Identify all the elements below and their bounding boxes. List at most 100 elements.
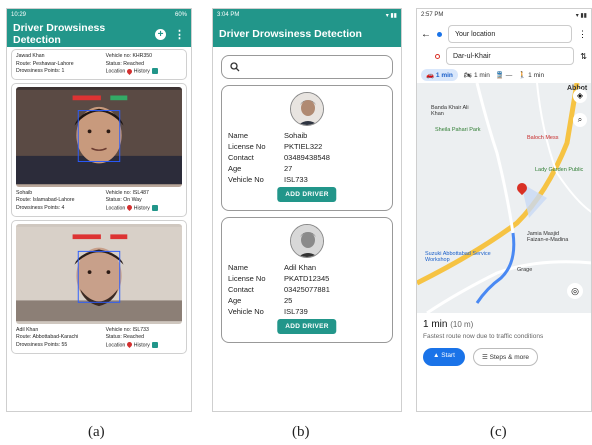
driver-card[interactable]: Adil Khan Vehicle no: ISL733 Route: Abbot… — [11, 219, 187, 354]
vehicle-number: Vehicle no: KHR350 — [105, 53, 153, 59]
route: Route: Abbottabad-Karachi — [16, 334, 79, 341]
vehicle-value: ISL733 — [284, 175, 308, 184]
add-driver-button[interactable]: ADD DRIVER — [277, 319, 337, 334]
status-bar: 3:04 PM ▾ ▮▮ — [213, 9, 401, 21]
caption-a: (a) — [88, 424, 105, 440]
vehicle-number: Vehicle no: ISL487 — [105, 189, 149, 196]
map-label: Banda Khair Ali Khan — [431, 105, 469, 117]
map-view[interactable]: Abbot Banda Khair Ali Khan Sheila Pahari… — [417, 83, 591, 313]
add-driver-button[interactable]: ADD DRIVER — [277, 187, 337, 202]
field-label: License No — [228, 142, 266, 151]
drowsiness-points: Drowsiness Points: 1 — [16, 68, 65, 74]
map-label: Sheila Pahari Park — [435, 127, 481, 133]
vehicle-number: Vehicle no: ISL733 — [105, 326, 149, 333]
field-label: Name — [228, 131, 249, 140]
start-navigation-button[interactable]: ▲ Start — [423, 348, 465, 366]
drive-time: 1 min — [435, 72, 453, 79]
field-label: Vehicle No — [228, 175, 264, 184]
history-link[interactable]: History — [134, 342, 150, 348]
layers-icon[interactable]: ◈ — [573, 89, 587, 103]
back-arrow-icon[interactable]: ← — [421, 29, 431, 40]
search-input[interactable] — [221, 55, 393, 79]
driver-camera-photo — [16, 86, 182, 187]
caption-c: (c) — [490, 424, 507, 440]
history-icon[interactable] — [151, 204, 158, 211]
phone-screen-b: 3:04 PM ▾ ▮▮ Driver Drowsiness Detection… — [212, 8, 402, 412]
steps-and-more-button[interactable]: ☰ Steps & more — [472, 348, 539, 366]
search-icon — [230, 62, 240, 72]
map-label: Baloch Mess — [527, 135, 559, 141]
app-title: Driver Drowsiness Detection — [219, 28, 362, 40]
location-pin-icon[interactable] — [126, 341, 134, 349]
location-pin-icon[interactable] — [126, 67, 134, 75]
driver-profile-card: Name Sohaib License No PKTIEL322 Contact 03… — [221, 85, 393, 211]
more-menu-icon[interactable]: ⋮ — [174, 28, 185, 41]
driver-name-value: Sohaib — [284, 131, 308, 140]
driver-name-value: Adil Khan — [284, 263, 317, 272]
map-label: Jamia Masjid Faizan-e-Madina — [527, 231, 569, 243]
status-icons: ▾ ▮▮ — [385, 12, 397, 19]
driver-name: Sohaib — [16, 189, 33, 196]
field-label: Name — [228, 263, 249, 272]
driver-card[interactable]: Jawad Khan Vehicle no: KHR350 Route: Pesh… — [11, 49, 187, 80]
contact-value: 03425077881 — [284, 285, 330, 294]
status-time: 3:04 PM — [217, 12, 240, 18]
directions-header: ← Your location ⋮ Dar-ul-Khair ⇅ 🚗 1 min… — [417, 21, 591, 83]
driver-avatar — [290, 92, 324, 126]
status-time: 10:29 — [11, 12, 27, 18]
destination-field[interactable]: Dar-ul-Khair — [446, 47, 575, 65]
history-link[interactable]: History — [134, 68, 150, 74]
history-link[interactable]: History — [134, 205, 150, 211]
contact-value: 03489438548 — [284, 153, 330, 162]
app-title: Driver Drowsiness Detection — [13, 22, 106, 46]
person-photo-icon — [291, 93, 323, 125]
location-link[interactable]: Location — [106, 68, 126, 74]
driver-face-illustration — [16, 226, 182, 321]
history-icon[interactable] — [151, 68, 158, 74]
my-location-icon[interactable]: ◎ — [567, 283, 583, 299]
driver-face-illustration — [16, 89, 182, 185]
route-summary: 1 min (10 m) Fastest route now due to tr… — [417, 313, 591, 372]
driver-name: Adil Khan — [16, 326, 39, 333]
driver-profile-card: Name Adil Khan License No PKATD12345 Conta… — [221, 217, 393, 343]
origin-field[interactable]: Your location — [448, 25, 572, 43]
route: Route: Islamabad-Lahore — [16, 197, 75, 204]
add-icon[interactable]: + — [155, 28, 166, 40]
driver-name: Jawad Khan — [16, 53, 45, 59]
location-link[interactable]: Location — [106, 205, 126, 211]
driver-card[interactable]: Sohaib Vehicle no: ISL487 Route: Islamaba… — [11, 82, 187, 217]
vehicle-value: ISL739 — [284, 307, 308, 316]
drive-mode-tab[interactable]: 🚗 1 min — [421, 69, 458, 81]
route-note: Fastest route now due to traffic conditi… — [423, 333, 544, 340]
person-photo-icon — [291, 225, 323, 257]
drowsiness-points: Drowsiness Points: 55 — [16, 341, 68, 348]
map-label: Lady Garden Public — [535, 167, 584, 173]
bike-mode-tab[interactable]: 🏍 1 min — [464, 71, 490, 79]
trip-status: Status: Reached — [105, 334, 144, 341]
steps-label: Steps & more — [489, 354, 530, 361]
swap-icon[interactable]: ⇅ — [580, 52, 587, 61]
map-label: Grage — [517, 267, 533, 273]
license-value: PKATD12345 — [284, 274, 330, 283]
history-icon[interactable] — [151, 341, 158, 348]
route: Route: Peshawar-Lahore — [16, 60, 74, 67]
map-search-icon[interactable]: ⌕ — [573, 113, 587, 127]
battery-level: 60% — [174, 12, 187, 18]
phone-screen-c: 2:57 PM ▾ ▮▮ ← Your location ⋮ Dar-ul-Kh… — [416, 8, 592, 412]
trip-status: Status: On Way — [105, 197, 142, 204]
driver-details: Name Sohaib License No PKTIEL322 Contact 03… — [228, 130, 330, 185]
location-pin-icon[interactable] — [126, 204, 134, 212]
field-label: Contact — [228, 153, 254, 162]
location-link[interactable]: Location — [106, 342, 126, 348]
map-roads — [417, 83, 591, 313]
age-value: 25 — [284, 296, 293, 305]
drowsiness-points: Drowsiness Points: 4 — [16, 204, 65, 211]
walk-mode-tab[interactable]: 🚶 1 min — [518, 71, 544, 79]
trip-status: Status: Reached — [105, 60, 144, 67]
start-label: Start — [441, 352, 455, 359]
phone-screen-a: 10:29 60% Driver Drowsiness Detection + … — [6, 8, 192, 412]
eta-value: 1 min — [423, 319, 448, 330]
transit-mode-tab[interactable]: 🚆 — — [496, 71, 512, 79]
more-menu-icon[interactable]: ⋮ — [578, 29, 587, 40]
license-value: PKTIEL322 — [284, 142, 323, 151]
